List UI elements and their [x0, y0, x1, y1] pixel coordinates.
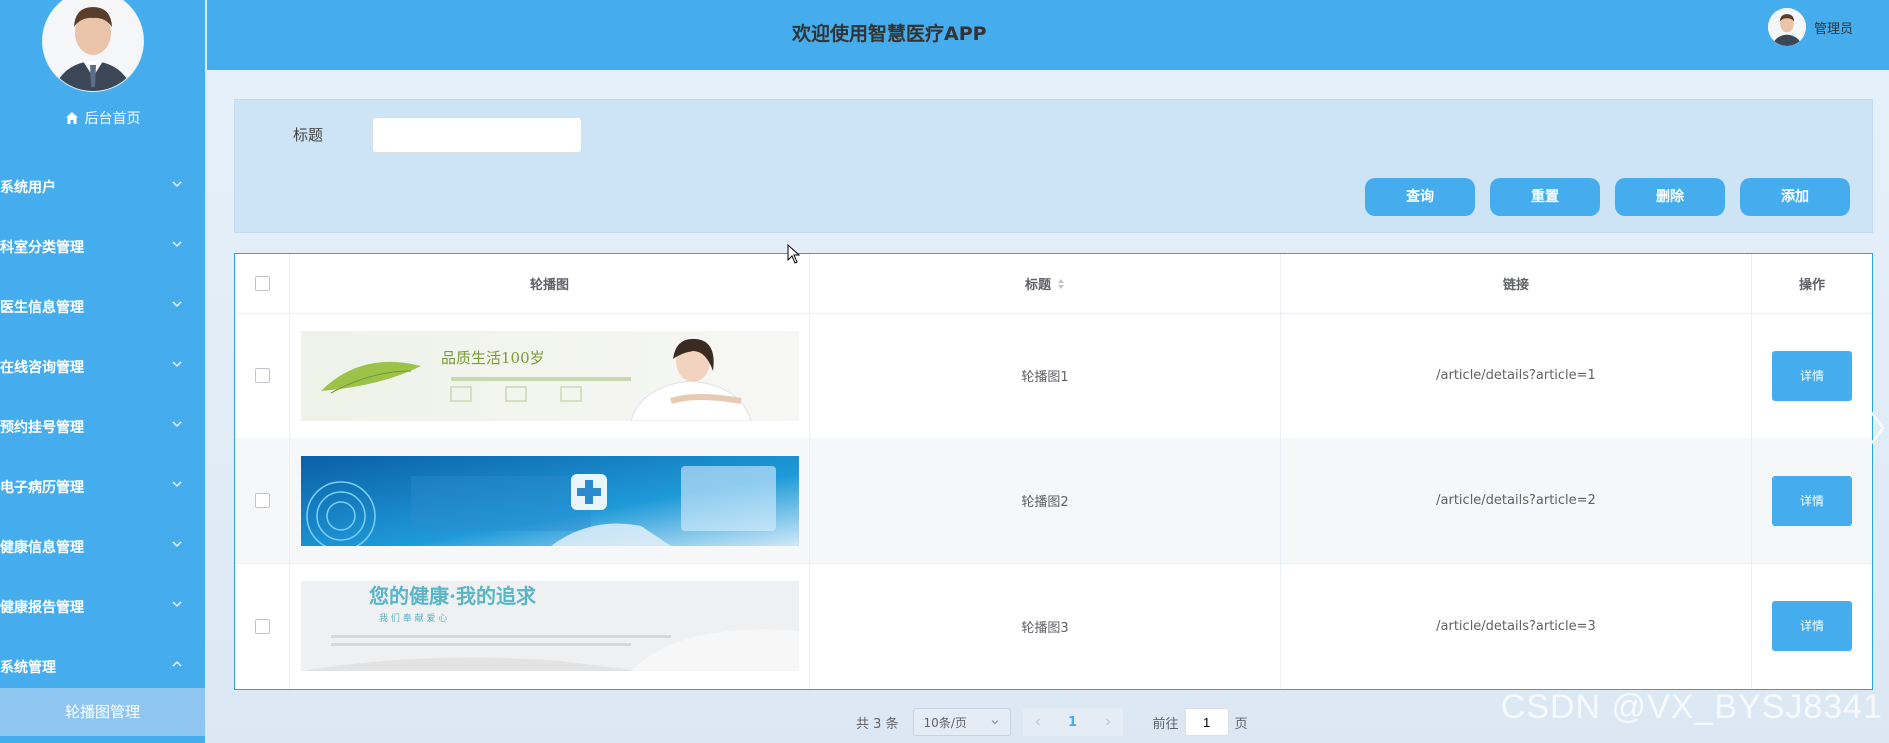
banner-text: 您的健康·我的追求 — [369, 584, 537, 608]
home-icon — [65, 112, 78, 124]
chevron-down-icon — [172, 421, 182, 427]
sidebar-item-label: 电子病历管理 — [0, 480, 84, 496]
column-header-link: 链接 — [1281, 254, 1752, 313]
table-header-row: 轮播图 标题 链接 操作 — [235, 254, 1872, 314]
user-name: 管理员 — [1813, 21, 1853, 37]
banner-image: 您的健康·我的追求 我 们 奉 献 爱 心 — [300, 581, 799, 671]
row-link: /article/details?article=1 — [1281, 313, 1752, 438]
chevron-down-icon — [172, 181, 182, 187]
goto-suffix: 页 — [1234, 716, 1248, 732]
chevron-left-icon — [1035, 718, 1040, 726]
avatar — [1767, 8, 1806, 46]
cursor-icon — [787, 244, 801, 264]
title-search-input[interactable] — [372, 117, 582, 153]
row-checkbox[interactable] — [254, 368, 270, 383]
sidebar-item-system-manage[interactable]: 系统管理 — [0, 636, 205, 696]
sidebar-item-label: 在线咨询管理 — [0, 360, 84, 376]
sidebar-item-label: 健康报告管理 — [0, 600, 84, 616]
sidebar-item-label: 预约挂号管理 — [0, 420, 84, 436]
pagination-total: 共 3 条 — [856, 716, 899, 732]
table-row: 轮播图2 /article/details?article=2 详情 — [235, 438, 1872, 564]
sidebar-subitem-banner[interactable]: 轮播图管理 — [0, 688, 205, 736]
detail-button[interactable]: 详情 — [1772, 601, 1852, 651]
reset-button[interactable]: 重置 — [1490, 178, 1600, 216]
sidebar-item-system-users[interactable]: 系统用户 — [0, 156, 205, 216]
query-button[interactable]: 查询 — [1365, 178, 1475, 216]
row-checkbox[interactable] — [254, 618, 270, 634]
row-title: 轮播图2 — [810, 438, 1281, 563]
pagination: 共 3 条 10条/页 1 前往 页 — [856, 708, 1248, 736]
page-number-current[interactable]: 1 — [1052, 708, 1093, 736]
prev-page-button[interactable] — [1022, 708, 1053, 736]
sidebar-item-emr[interactable]: 电子病历管理 — [0, 456, 205, 516]
add-button[interactable]: 添加 — [1740, 178, 1850, 216]
sidebar-item-appointment[interactable]: 预约挂号管理 — [0, 396, 205, 456]
sidebar: 后台首页 系统用户 科室分类管理 医生信息管理 在线咨询管理 预约挂号管理 电子… — [0, 0, 205, 743]
sidebar-item-label: 系统用户 — [0, 180, 56, 196]
watermark: CSDN @VX_BYSJ8341 — [1500, 688, 1883, 726]
top-header: 欢迎使用智慧医疗APP 管理员 — [207, 0, 1889, 70]
banner-text: 品质生活100岁 — [441, 349, 545, 367]
banner-subtext: 我 们 奉 献 爱 心 — [379, 612, 447, 624]
column-header-title-label: 标题 — [1024, 278, 1051, 293]
chevron-right-icon[interactable] — [1867, 408, 1887, 448]
sidebar-item-health-info[interactable]: 健康信息管理 — [0, 516, 205, 576]
chevron-down-icon — [172, 301, 182, 307]
sort-icon[interactable] — [1057, 278, 1065, 290]
row-link: /article/details?article=3 — [1281, 563, 1752, 689]
chevron-down-icon — [172, 541, 182, 547]
sidebar-item-health-report[interactable]: 健康报告管理 — [0, 576, 205, 636]
detail-button[interactable]: 详情 — [1772, 475, 1852, 526]
row-title: 轮播图1 — [810, 313, 1281, 438]
sidebar-item-label: 系统管理 — [0, 660, 56, 676]
sidebar-item-label: 健康信息管理 — [0, 540, 84, 556]
banner-table: 轮播图 标题 链接 操作 品质生活100岁 轮播图1 /article/deta… — [234, 253, 1873, 690]
chevron-down-icon — [172, 241, 182, 247]
sidebar-home[interactable]: 后台首页 — [0, 108, 205, 128]
column-header-image: 轮播图 — [290, 254, 810, 313]
title-filter-label: 标题 — [293, 126, 324, 144]
chevron-up-icon — [172, 661, 182, 667]
select-all-checkbox[interactable] — [254, 276, 270, 291]
sidebar-item-label: 科室分类管理 — [0, 240, 84, 256]
table-row: 您的健康·我的追求 我 们 奉 献 爱 心 轮播图3 /article/deta… — [235, 563, 1872, 689]
admin-avatar — [42, 0, 144, 92]
chevron-down-icon — [991, 720, 998, 725]
goto-page-input[interactable] — [1184, 708, 1229, 736]
search-panel: 标题 查询 重置 删除 添加 — [234, 99, 1873, 233]
banner-image — [300, 455, 799, 546]
row-title: 轮播图3 — [810, 563, 1281, 689]
chevron-right-icon — [1105, 718, 1110, 726]
sidebar-item-label: 医生信息管理 — [0, 300, 84, 316]
chevron-down-icon — [172, 601, 182, 607]
page-title: 欢迎使用智慧医疗APP — [792, 23, 987, 45]
row-link: /article/details?article=2 — [1281, 438, 1752, 563]
table-row: 品质生活100岁 轮播图1 /article/details?article=1… — [235, 313, 1872, 439]
chevron-down-icon — [172, 361, 182, 367]
chevron-down-icon — [172, 481, 182, 487]
user-menu[interactable]: 管理员 — [1767, 8, 1853, 46]
sidebar-item-doctor[interactable]: 医生信息管理 — [0, 276, 205, 336]
sidebar-item-department[interactable]: 科室分类管理 — [0, 216, 205, 276]
next-page-button[interactable] — [1092, 708, 1123, 736]
detail-button[interactable]: 详情 — [1772, 350, 1852, 401]
page-size-select[interactable]: 10条/页 — [912, 708, 1011, 736]
banner-image: 品质生活100岁 — [300, 330, 799, 421]
column-header-action: 操作 — [1798, 278, 1825, 293]
row-checkbox[interactable] — [254, 493, 270, 508]
column-header-title[interactable]: 标题 — [810, 254, 1281, 313]
sidebar-item-consult[interactable]: 在线咨询管理 — [0, 336, 205, 396]
goto-label: 前往 — [1152, 716, 1179, 732]
sidebar-home-label: 后台首页 — [84, 111, 141, 127]
page-size-value: 10条/页 — [923, 715, 967, 730]
delete-button[interactable]: 删除 — [1615, 178, 1725, 216]
